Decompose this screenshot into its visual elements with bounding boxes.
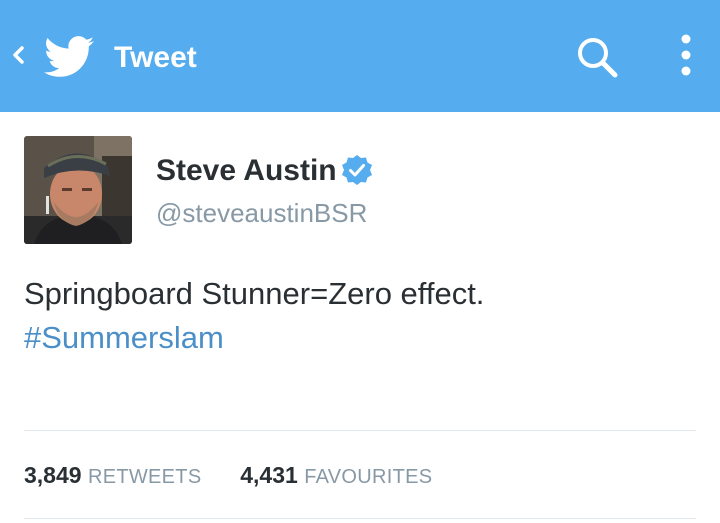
- author-handle[interactable]: @steveaustinBSR: [156, 197, 367, 229]
- divider: [24, 518, 696, 519]
- search-icon[interactable]: [574, 34, 620, 80]
- page-title: Tweet: [114, 41, 197, 74]
- favourites-label: FAVOURITES: [304, 466, 433, 488]
- tweet-stats: 3,849 RETWEETS 4,431 FAVOURITES: [24, 458, 432, 494]
- tweet-text: Springboard Stunner=Zero effect. #Summer…: [24, 272, 484, 360]
- twitter-bird-icon[interactable]: [44, 36, 94, 78]
- retweets-stat[interactable]: 3,849 RETWEETS: [24, 462, 208, 488]
- hashtag-link[interactable]: #Summerslam: [24, 316, 484, 360]
- retweets-label: RETWEETS: [87, 466, 202, 488]
- avatar-photo: [24, 136, 132, 244]
- tweet-body: Springboard Stunner=Zero effect.: [24, 276, 485, 311]
- back-arrow-icon[interactable]: [10, 40, 26, 70]
- favourites-count: 4,431: [240, 462, 298, 488]
- retweets-count: 3,849: [24, 462, 82, 488]
- app-bar: Tweet: [0, 0, 720, 112]
- author-name[interactable]: Steve Austin: [156, 154, 337, 188]
- avatar[interactable]: [24, 136, 132, 244]
- overflow-menu-icon[interactable]: [676, 32, 696, 82]
- divider: [24, 430, 696, 431]
- verified-badge-icon: [342, 155, 372, 185]
- favourites-stat[interactable]: 4,431 FAVOURITES: [234, 462, 433, 488]
